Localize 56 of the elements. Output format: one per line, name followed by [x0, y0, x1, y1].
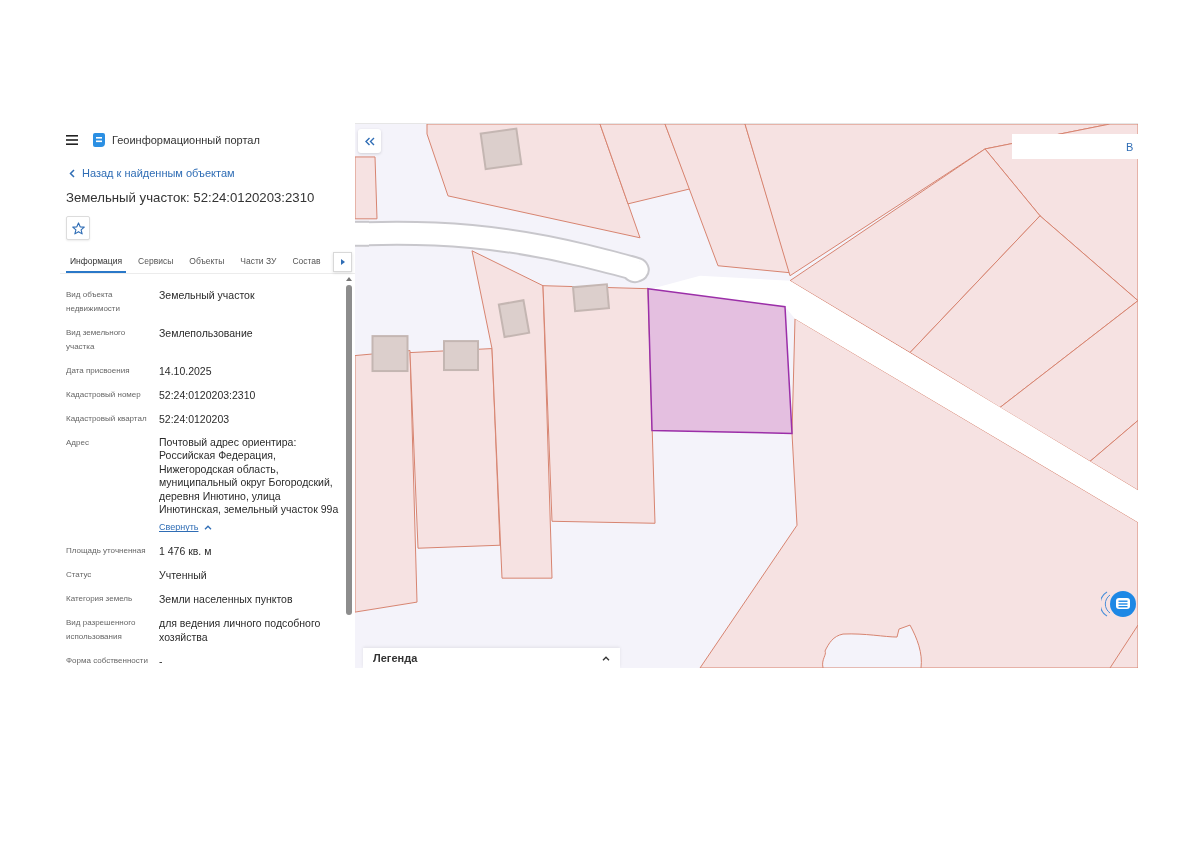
menu-icon[interactable]: [66, 135, 78, 145]
land-parcel[interactable]: [1089, 419, 1138, 491]
property-label: Форма собственности: [66, 655, 149, 668]
property-value: 1 476 кв. м: [159, 544, 213, 559]
property-value: Учтенный: [159, 568, 208, 583]
chevron-left-icon: [69, 168, 75, 178]
property-label: Вид разрешенного использования: [66, 617, 137, 644]
property-label: Дата присвоения: [66, 365, 131, 377]
tab[interactable]: Сервисы: [134, 250, 178, 273]
property-value: Землепользование: [159, 326, 254, 340]
tab[interactable]: Объекты: [185, 250, 229, 273]
tab[interactable]: Информация: [66, 250, 127, 273]
building: [443, 340, 479, 372]
double-chevron-left-icon: [364, 136, 375, 146]
chevron-up-icon[interactable]: [602, 656, 610, 661]
property-value: Земли населенных пунктов: [159, 592, 294, 607]
property-label: Кадастровый квартал: [66, 413, 148, 425]
property-label: Вид земельного участка: [66, 327, 127, 353]
property-value: 52:24:0120203:2310: [159, 388, 257, 402]
scrollbar-thumb[interactable]: [346, 285, 352, 615]
land-parcel[interactable]: [599, 124, 691, 205]
legend-title: Легенда: [373, 652, 418, 665]
property-value: -: [159, 654, 164, 668]
land-parcel[interactable]: [999, 300, 1138, 462]
tabs-next-button[interactable]: [333, 251, 352, 272]
collapse-panel-button[interactable]: [358, 129, 381, 153]
search-button[interactable]: В: [1118, 134, 1138, 159]
land-parcel[interactable]: [1109, 624, 1138, 668]
tab[interactable]: Части ЗУ: [236, 250, 281, 273]
property-label: Вид объекта недвижимости: [66, 289, 121, 315]
property-value: для ведения личного подсобного хозяйства: [159, 616, 322, 645]
star-icon: [71, 221, 85, 235]
property-value: Земельный участок: [159, 288, 256, 302]
land-parcel[interactable]: [909, 215, 1138, 408]
portal-title: Геоинформационный портал: [112, 134, 260, 146]
tab[interactable]: Состав: [288, 250, 325, 273]
logo-icon: [93, 133, 105, 147]
property-label: Статус: [66, 569, 93, 582]
search-field[interactable]: [1012, 134, 1118, 159]
property-label: Категория земель: [66, 593, 134, 606]
land-parcel[interactable]: [471, 250, 553, 579]
building: [571, 283, 611, 313]
property-label: Кадастровый номер: [66, 389, 142, 401]
property-label: Площадь уточненная: [66, 545, 147, 558]
building: [371, 335, 409, 373]
property-label: Адрес: [66, 437, 90, 449]
back-link[interactable]: Назад к найденным объектам: [69, 164, 235, 182]
collapse-link[interactable]: Свернуть: [159, 521, 213, 535]
scroll-up-icon[interactable]: [346, 277, 352, 281]
favorite-button[interactable]: [66, 216, 90, 240]
property-value: 14.10.2025: [159, 364, 213, 378]
caret-right-icon: [340, 258, 345, 265]
object-title: Земельный участок: 52:24:0120203:2310: [65, 189, 315, 207]
building: [479, 127, 523, 171]
property-value: Почтовый адрес ориентира: Российская Федерация, Нижегородская область, муниципальный округ Богородский, деревня Инютино, улица Инютинская, земельный участок 99а: [159, 436, 340, 517]
property-value: 52:24:0120203: [159, 412, 231, 426]
